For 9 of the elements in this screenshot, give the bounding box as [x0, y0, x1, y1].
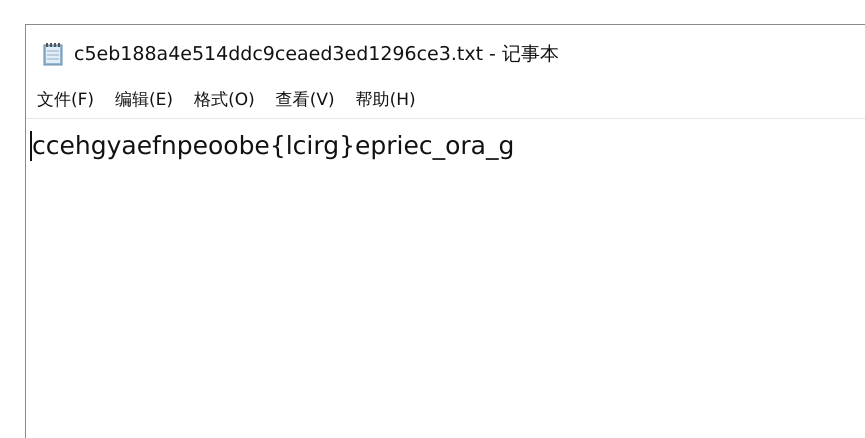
menu-item[interactable]: 帮助(H): [356, 88, 427, 114]
menu-item[interactable]: 查看(V): [276, 88, 346, 114]
notepad-icon: [42, 42, 64, 66]
document-text[interactable]: ccehgyaefnpeoobe{lcirg}epriec_ora_g: [32, 127, 514, 164]
menu-item[interactable]: 文件(F): [37, 88, 106, 114]
text-cursor: [30, 130, 32, 161]
menu-item[interactable]: 编辑(E): [115, 88, 184, 114]
menu-item[interactable]: 格式(O): [194, 88, 266, 114]
window-title: c5eb188a4e514ddc9ceaed3ed1296ce3.txt - 记事本: [74, 42, 559, 67]
